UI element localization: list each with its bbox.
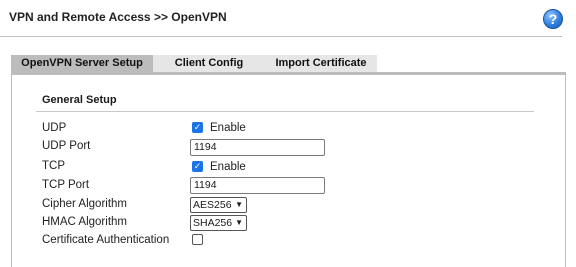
tcp-enable-label: Enable — [210, 161, 246, 173]
tcp-port-label: TCP Port — [42, 179, 90, 191]
page-title: VPN and Remote Access >> OpenVPN — [9, 10, 227, 24]
title-divider — [0, 36, 562, 37]
tcp-enable-checkbox[interactable]: ✓ — [192, 161, 203, 172]
tab-openvpn-server-setup[interactable]: OpenVPN Server Setup — [11, 55, 153, 72]
chevron-down-icon: ▼ — [235, 200, 243, 209]
cipher-algorithm-value: AES256 — [193, 199, 232, 211]
cipher-algorithm-label: Cipher Algorithm — [42, 198, 128, 210]
certificate-authentication-label: Certificate Authentication — [42, 234, 170, 246]
hmac-algorithm-value: SHA256 — [193, 217, 233, 229]
tab-client-config[interactable]: Client Config — [153, 55, 265, 72]
cipher-algorithm-select[interactable]: AES256 ▼ — [190, 197, 247, 213]
help-icon[interactable]: ? — [543, 9, 563, 29]
chevron-down-icon: ▼ — [235, 218, 243, 227]
tcp-label: TCP — [42, 160, 65, 172]
udp-label: UDP — [42, 122, 67, 134]
section-divider — [36, 111, 534, 112]
udp-port-input[interactable]: 1194 — [190, 139, 325, 156]
tcp-port-input[interactable]: 1194 — [190, 177, 325, 194]
hmac-algorithm-label: HMAC Algorithm — [42, 216, 127, 228]
certificate-authentication-checkbox[interactable] — [192, 234, 203, 245]
udp-enable-checkbox[interactable]: ✓ — [192, 122, 203, 133]
udp-enable-label: Enable — [210, 122, 246, 134]
section-title: General Setup — [42, 94, 117, 106]
hmac-algorithm-select[interactable]: SHA256 ▼ — [190, 215, 247, 231]
udp-port-label: UDP Port — [42, 140, 91, 152]
tab-import-certificate[interactable]: Import Certificate — [265, 55, 377, 72]
